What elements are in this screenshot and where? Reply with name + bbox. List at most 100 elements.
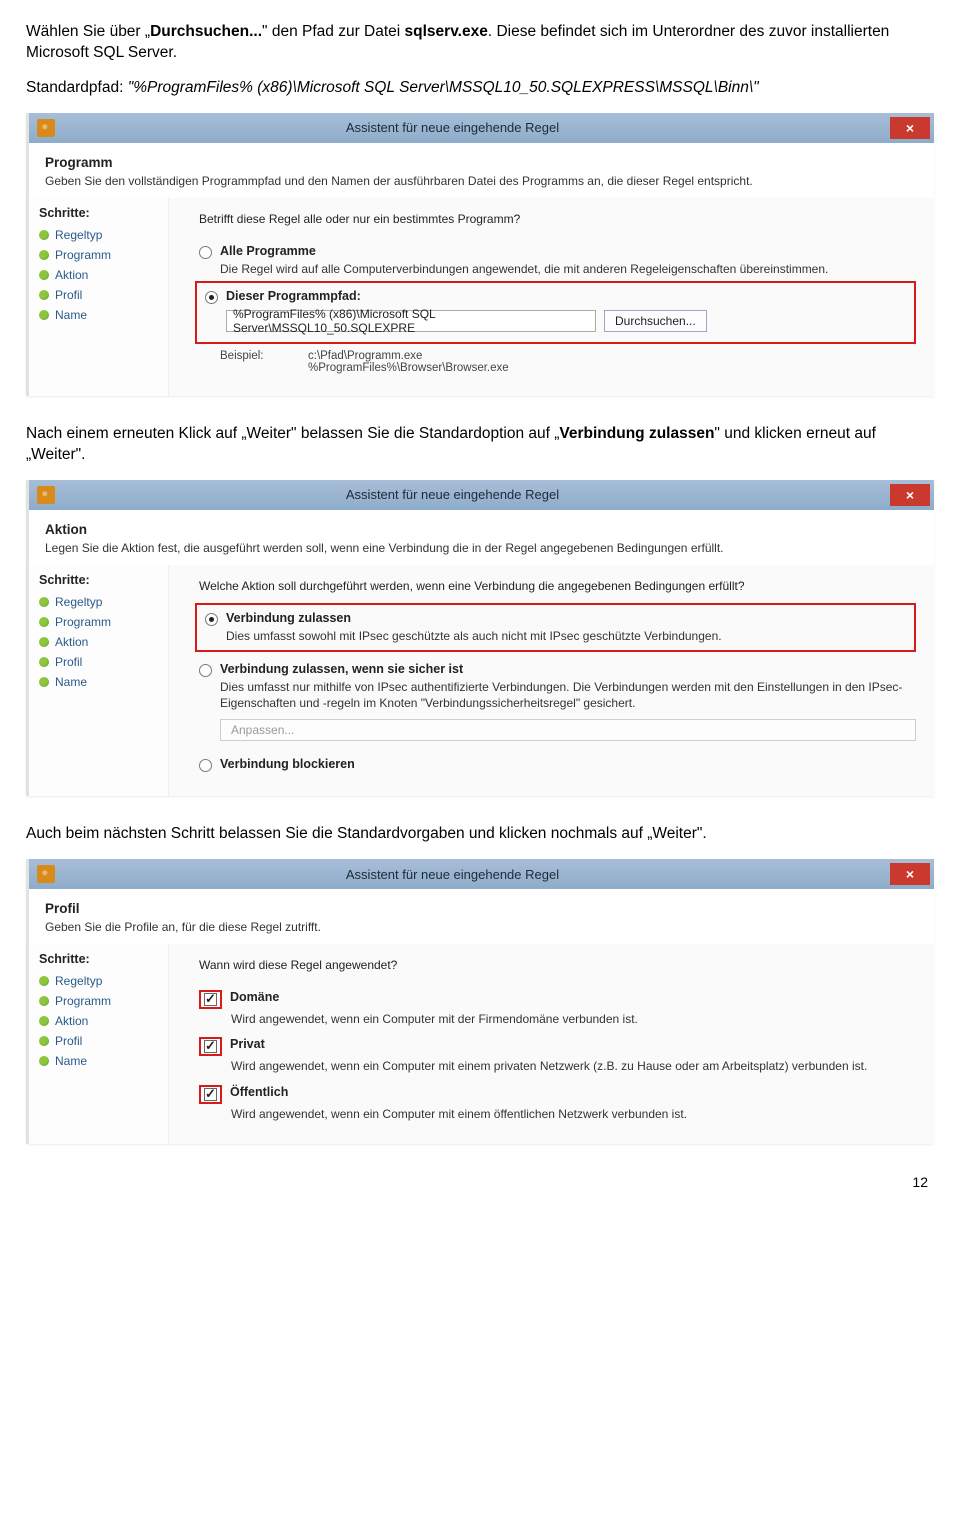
step-label: Aktion [55,1014,88,1028]
bullet-icon [39,310,49,320]
checkbox-icon[interactable] [204,1040,217,1053]
step-label: Name [55,675,87,689]
checkbox-icon[interactable] [204,1088,217,1101]
step-regeltyp[interactable]: Regeltyp [39,595,162,609]
doc-paragraph-4: Auch beim nächsten Schritt belassen Sie … [26,824,934,845]
step-aktion[interactable]: Aktion [39,1014,162,1028]
step-regeltyp[interactable]: Regeltyp [39,228,162,242]
check-domaene[interactable]: Domäne [199,990,916,1009]
step-profil[interactable]: Profil [39,1034,162,1048]
bullet-icon [39,1056,49,1066]
option-allow-connection[interactable]: Verbindung zulassen [205,611,906,626]
step-label: Aktion [55,635,88,649]
steps-title: Schritte: [39,573,162,587]
highlight-box: Verbindung zulassen Dies umfasst sowohl … [195,603,916,652]
close-button[interactable]: × [890,863,930,885]
radio-icon[interactable] [205,291,218,304]
program-path-input[interactable]: %ProgramFiles% (x86)\Microsoft SQL Serve… [226,310,596,332]
option-label: Verbindung zulassen [226,611,351,625]
page-header: Profil Geben Sie die Profile an, für die… [29,889,934,944]
check-oeffentlich[interactable]: Öffentlich [199,1085,916,1104]
radio-icon[interactable] [199,759,212,772]
checkbox-icon[interactable] [204,993,217,1006]
option-description: Die Regel wird auf alle Computerverbindu… [220,261,916,277]
window-title: Assistent für neue eingehende Regel [55,487,890,502]
example-path-1: c:\Pfad\Programm.exe [308,350,509,362]
step-label: Regeltyp [55,595,102,609]
check-description: Wird angewendet, wenn ein Computer mit d… [231,1011,916,1027]
highlight-box [199,990,222,1009]
step-label: Programm [55,615,111,629]
option-description: Dies umfasst nur mithilfe von IPsec auth… [220,679,916,711]
browse-button[interactable]: Durchsuchen... [604,310,707,332]
example-label: Beispiel: [220,350,280,374]
highlight-box [199,1085,222,1104]
step-label: Programm [55,248,111,262]
steps-sidebar: Schritte: Regeltyp Programm Aktion Profi… [29,198,169,396]
option-block-connection[interactable]: Verbindung blockieren [199,757,916,772]
step-label: Profil [55,288,82,302]
option-all-programs[interactable]: Alle Programme [199,244,916,259]
page-subtitle: Geben Sie die Profile an, für die diese … [45,920,918,934]
check-label: Öffentlich [230,1085,288,1099]
check-label: Domäne [230,990,279,1004]
highlight-box: Dieser Programmpfad: %ProgramFiles% (x86… [195,281,916,344]
step-programm[interactable]: Programm [39,248,162,262]
bullet-icon [39,230,49,240]
steps-title: Schritte: [39,206,162,220]
step-programm[interactable]: Programm [39,994,162,1008]
step-label: Aktion [55,268,88,282]
step-aktion[interactable]: Aktion [39,635,162,649]
example-path-2: %ProgramFiles%\Browser\Browser.exe [308,362,509,374]
bullet-icon [39,996,49,1006]
bullet-icon [39,290,49,300]
doc-paragraph-2: Standardpfad: "%ProgramFiles% (x86)\Micr… [26,78,934,99]
wizard-window-profil: Assistent für neue eingehende Regel × Pr… [26,859,934,1144]
option-label: Dieser Programmpfad: [226,289,361,303]
radio-icon[interactable] [205,613,218,626]
step-name[interactable]: Name [39,1054,162,1068]
shield-icon [37,119,55,137]
bullet-icon [39,617,49,627]
step-name[interactable]: Name [39,308,162,322]
page-subtitle: Geben Sie den vollständigen Programmpfad… [45,174,918,188]
radio-icon[interactable] [199,246,212,259]
step-label: Name [55,308,87,322]
step-profil[interactable]: Profil [39,288,162,302]
option-allow-if-secure[interactable]: Verbindung zulassen, wenn sie sicher ist [199,662,916,677]
highlight-box [199,1037,222,1056]
content-pane: Wann wird diese Regel angewendet? Domäne… [169,944,934,1144]
p3a: Nach einem erneuten Klick auf „Weiter" b… [26,425,559,442]
step-regeltyp[interactable]: Regeltyp [39,974,162,988]
step-label: Profil [55,1034,82,1048]
bullet-icon [39,976,49,986]
step-name[interactable]: Name [39,675,162,689]
step-label: Profil [55,655,82,669]
window-title: Assistent für neue eingehende Regel [55,867,890,882]
example-row: Beispiel: c:\Pfad\Programm.exe %ProgramF… [220,350,916,374]
wizard-window-aktion: Assistent für neue eingehende Regel × Ak… [26,480,934,797]
close-button[interactable]: × [890,117,930,139]
content-pane: Welche Aktion soll durchgeführt werden, … [169,565,934,797]
std-path-label: Standardpfad: [26,79,128,96]
check-description: Wird angewendet, wenn ein Computer mit e… [231,1058,916,1074]
doc-paragraph-1: Wählen Sie über „Durchsuchen..." den Pfa… [26,22,934,64]
step-profil[interactable]: Profil [39,655,162,669]
titlebar: Assistent für neue eingehende Regel × [29,859,934,889]
bullet-icon [39,270,49,280]
step-programm[interactable]: Programm [39,615,162,629]
steps-sidebar: Schritte: Regeltyp Programm Aktion Profi… [29,944,169,1144]
shield-icon [37,486,55,504]
content-pane: Betrifft diese Regel alle oder nur ein b… [169,198,934,396]
bullet-icon [39,657,49,667]
radio-icon[interactable] [199,664,212,677]
step-aktion[interactable]: Aktion [39,268,162,282]
check-label: Privat [230,1037,265,1051]
titlebar: Assistent für neue eingehende Regel × [29,113,934,143]
check-privat[interactable]: Privat [199,1037,916,1056]
step-label: Regeltyp [55,228,102,242]
steps-sidebar: Schritte: Regeltyp Programm Aktion Profi… [29,565,169,797]
page-title: Profil [45,901,918,916]
option-program-path[interactable]: Dieser Programmpfad: [205,289,906,304]
close-button[interactable]: × [890,484,930,506]
